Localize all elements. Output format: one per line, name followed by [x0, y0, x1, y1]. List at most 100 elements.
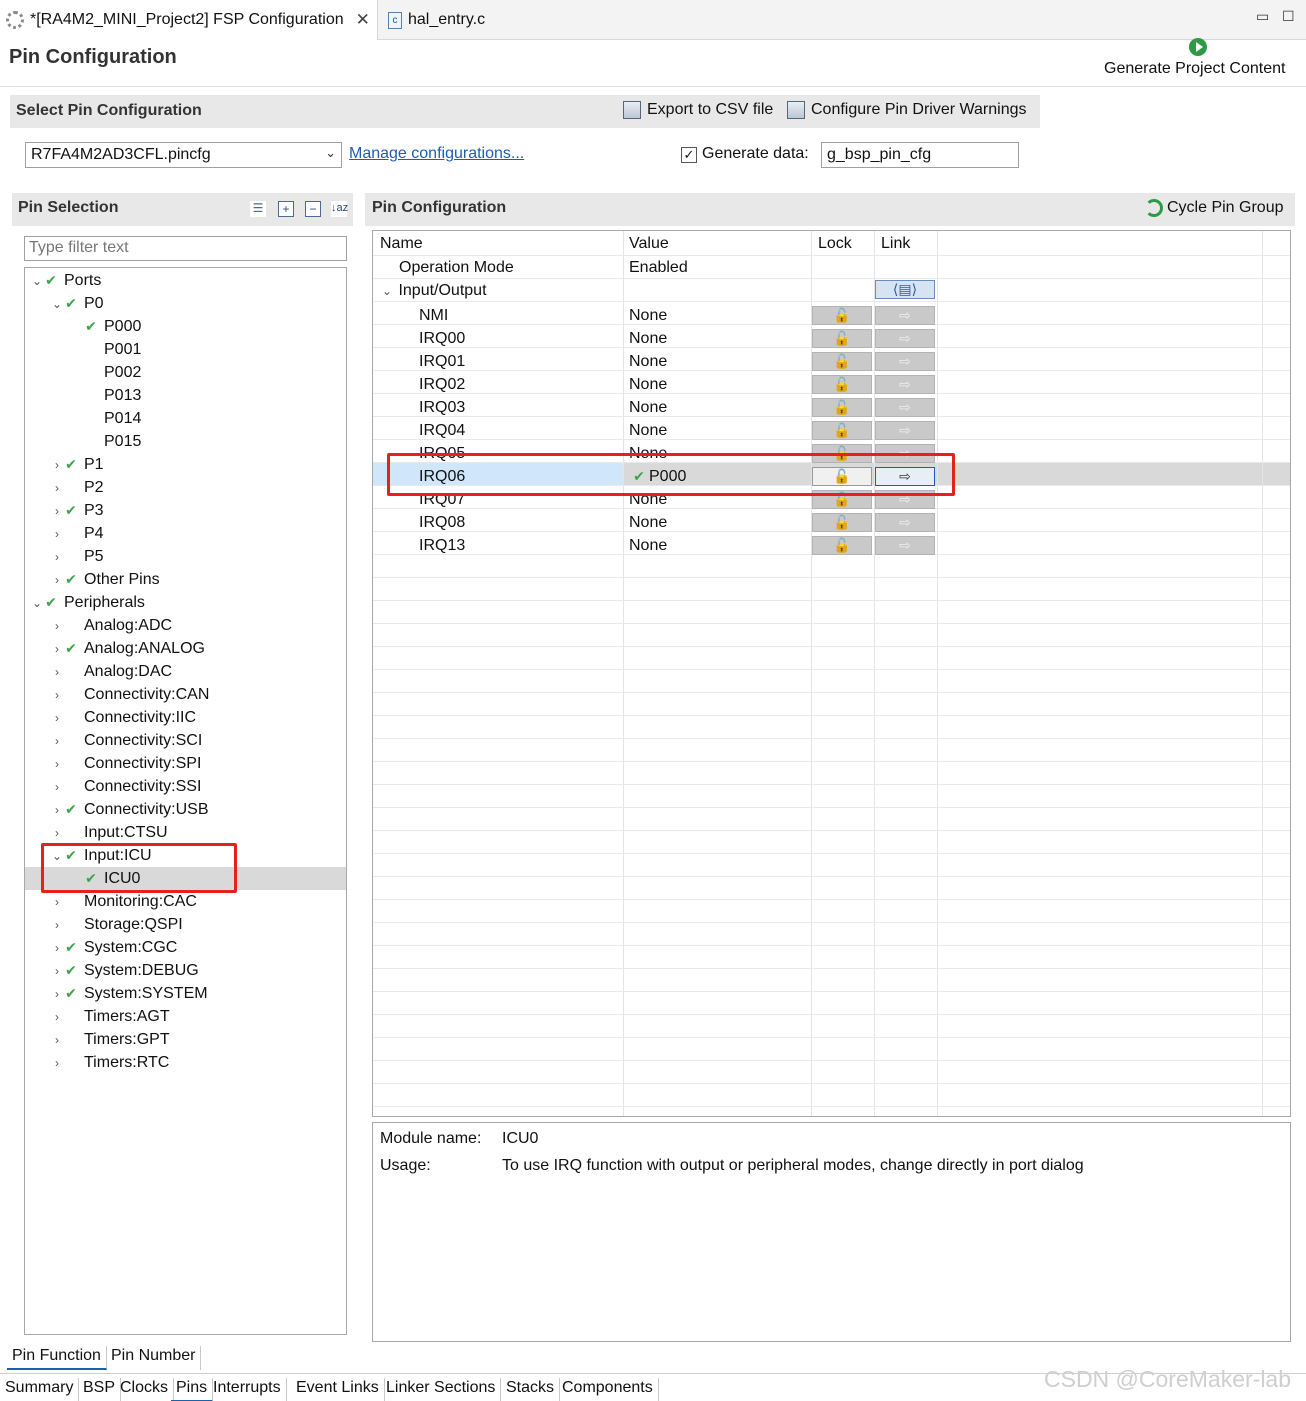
filter-input[interactable]: Type filter text [24, 236, 347, 261]
tree-item[interactable]: › ✔ System:SYSTEM [50, 982, 208, 1005]
tree-item[interactable]: P014 [70, 407, 141, 430]
chevron-right-icon[interactable]: › [50, 573, 64, 587]
link-arrow-icon[interactable]: ⇨ [875, 398, 935, 417]
chevron-right-icon[interactable]: › [50, 550, 64, 564]
bottom-tab[interactable]: Components [557, 1378, 659, 1401]
collapse-all-icon[interactable]: − [305, 201, 321, 217]
chevron-down-icon[interactable]: ⌄ [30, 274, 44, 288]
lock-icon[interactable]: 🔓 [812, 375, 872, 394]
bottom-tab[interactable]: Event Links [291, 1378, 385, 1401]
chevron-right-icon[interactable]: › [50, 918, 64, 932]
tree-item[interactable]: › Connectivity:SPI [50, 752, 201, 775]
pin-name-cell[interactable]: IRQ00 [419, 330, 465, 348]
link-arrow-icon[interactable]: ⇨ [875, 329, 935, 348]
export-csv-button[interactable]: Export to CSV file [623, 101, 773, 119]
operation-mode-value[interactable]: Enabled [629, 259, 688, 277]
configure-warnings-button[interactable]: Configure Pin Driver Warnings [787, 101, 1026, 119]
tree-item[interactable]: › ✔ System:DEBUG [50, 959, 199, 982]
tree-item[interactable]: › Connectivity:IIC [50, 706, 196, 729]
link-arrow-icon[interactable]: ⇨ [875, 513, 935, 532]
chevron-right-icon[interactable]: › [50, 803, 64, 817]
lock-icon[interactable]: 🔓 [812, 306, 872, 325]
column-header-lock[interactable]: Lock [818, 235, 852, 253]
bottom-tab[interactable]: Interrupts [208, 1378, 287, 1401]
tree-item[interactable]: › Connectivity:CAN [50, 683, 209, 706]
chevron-right-icon[interactable]: › [50, 1010, 64, 1024]
lock-icon[interactable]: 🔓 [812, 513, 872, 532]
minimize-icon[interactable]: ▭ [1256, 8, 1269, 25]
maximize-icon[interactable]: ☐ [1282, 8, 1295, 25]
chevron-right-icon[interactable]: › [50, 734, 64, 748]
sort-icon[interactable]: ↓az [331, 201, 348, 217]
tree-item[interactable]: › Analog:DAC [50, 660, 172, 683]
link-arrow-icon[interactable]: ⇨ [875, 421, 935, 440]
list-icon[interactable]: ☰ [250, 201, 266, 217]
chevron-right-icon[interactable]: › [50, 941, 64, 955]
tree-item[interactable]: › ✔ Connectivity:USB [50, 798, 209, 821]
pin-value-cell[interactable]: None [629, 307, 667, 325]
bottom-tab[interactable]: Linker Sections [381, 1378, 502, 1401]
pin-value-cell[interactable]: None [629, 376, 667, 394]
lock-icon[interactable]: 🔓 [812, 536, 872, 555]
chevron-right-icon[interactable]: › [50, 987, 64, 1001]
pin-name-cell[interactable]: IRQ08 [419, 514, 465, 532]
tree-item[interactable]: P002 [70, 361, 141, 384]
tree-item[interactable]: ✔ P000 [70, 315, 141, 338]
link-group-icon[interactable]: ⟨▤⟩ [875, 280, 935, 299]
tree-item[interactable]: › P2 [50, 476, 104, 499]
chevron-right-icon[interactable]: › [50, 481, 64, 495]
bottom-tab[interactable]: Stacks [501, 1378, 561, 1401]
run-icon[interactable] [1189, 38, 1207, 56]
pin-value-cell[interactable]: None [629, 353, 667, 371]
tree-item[interactable]: › Input:CTSU [50, 821, 168, 844]
tree-item[interactable]: › ✔ Analog:ANALOG [50, 637, 205, 660]
chevron-right-icon[interactable]: › [50, 1033, 64, 1047]
tree-item[interactable]: › Connectivity:SSI [50, 775, 201, 798]
chevron-right-icon[interactable]: › [50, 895, 64, 909]
pin-value-cell[interactable]: None [629, 537, 667, 555]
chevron-down-icon[interactable]: ⌄ [50, 297, 64, 311]
tree-item[interactable]: › ✔ System:CGC [50, 936, 177, 959]
tree-item[interactable]: › ✔ P1 [50, 453, 104, 476]
bottom-tab[interactable]: Clocks [115, 1378, 175, 1401]
tree-item[interactable]: › Storage:QSPI [50, 913, 183, 936]
tree-item[interactable]: › ✔ Other Pins [50, 568, 160, 591]
chevron-right-icon[interactable]: › [50, 688, 64, 702]
generate-data-input[interactable]: g_bsp_pin_cfg [821, 142, 1019, 168]
group-input-output[interactable]: ⌄ Input/Output [380, 282, 487, 300]
generate-project-content-button[interactable]: Generate Project Content [1104, 60, 1285, 78]
manage-configurations-link[interactable]: Manage configurations... [349, 145, 524, 163]
tab-hal-entry[interactable]: c hal_entry.c [380, 0, 580, 40]
chevron-down-icon[interactable]: ⌄ [380, 284, 394, 298]
link-arrow-icon[interactable]: ⇨ [875, 536, 935, 555]
tree-item[interactable]: › Analog:ADC [50, 614, 172, 637]
bottom-tab[interactable]: Pins [171, 1378, 214, 1401]
tree-item[interactable]: › Timers:AGT [50, 1005, 170, 1028]
tree-item[interactable]: ⌄ ✔ Ports [30, 269, 101, 292]
chevron-right-icon[interactable]: › [50, 642, 64, 656]
pin-value-cell[interactable]: None [629, 514, 667, 532]
lock-icon[interactable]: 🔓 [812, 329, 872, 348]
generate-data-checkbox[interactable]: ✓ [681, 147, 697, 163]
lock-icon[interactable]: 🔓 [812, 398, 872, 417]
lock-icon[interactable]: 🔓 [812, 352, 872, 371]
chevron-right-icon[interactable]: › [50, 458, 64, 472]
pin-name-cell[interactable]: IRQ13 [419, 537, 465, 555]
pin-name-cell[interactable]: IRQ02 [419, 376, 465, 394]
chevron-right-icon[interactable]: › [50, 504, 64, 518]
chevron-right-icon[interactable]: › [50, 1056, 64, 1070]
pin-name-cell[interactable]: IRQ01 [419, 353, 465, 371]
expand-all-icon[interactable]: + [278, 201, 294, 217]
chevron-right-icon[interactable]: › [50, 665, 64, 679]
pin-name-cell[interactable]: IRQ04 [419, 422, 465, 440]
tree-item[interactable]: › Timers:GPT [50, 1028, 170, 1051]
chevron-right-icon[interactable]: › [50, 711, 64, 725]
lock-icon[interactable]: 🔓 [812, 421, 872, 440]
tab-pin-number[interactable]: Pin Number [106, 1346, 202, 1370]
tree-item[interactable]: P001 [70, 338, 141, 361]
tree-item[interactable]: ⌄ ✔ P0 [50, 292, 104, 315]
chevron-right-icon[interactable]: › [50, 527, 64, 541]
column-header-link[interactable]: Link [881, 235, 910, 253]
chevron-right-icon[interactable]: › [50, 826, 64, 840]
tab-pin-function[interactable]: Pin Function [7, 1346, 107, 1370]
